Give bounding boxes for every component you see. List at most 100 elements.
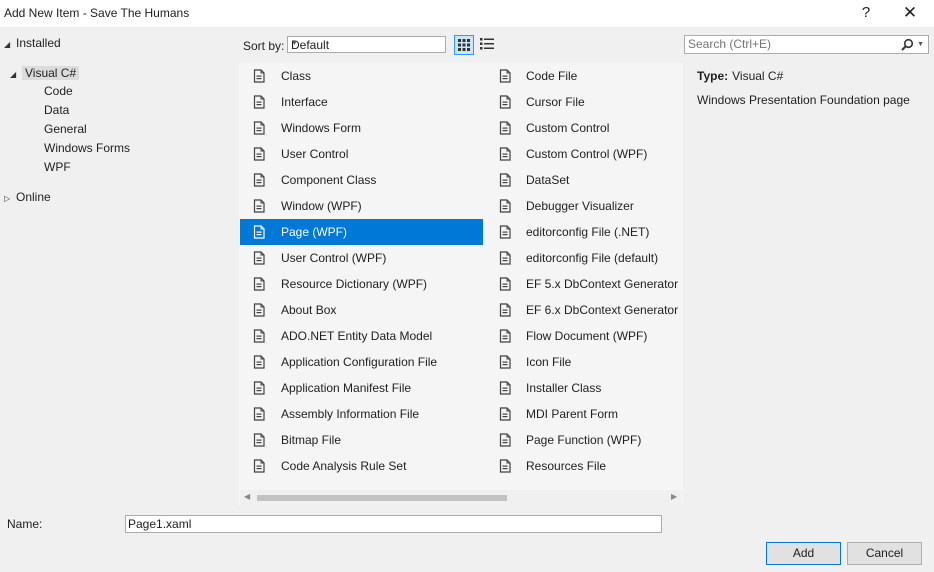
- template-item-component-class[interactable]: Component Class: [240, 167, 483, 193]
- file-template-icon: [253, 329, 265, 343]
- template-item-assembly-information-file[interactable]: Assembly Information File: [240, 401, 483, 427]
- search-box[interactable]: ▼: [684, 35, 929, 54]
- file-template-icon: [499, 355, 511, 369]
- info-type-label: Type:: [697, 69, 729, 83]
- template-item-label: ADO.NET Entity Data Model: [281, 329, 433, 343]
- template-item-custom-control[interactable]: Custom Control: [482, 115, 682, 141]
- template-item-label: User Control: [281, 147, 349, 161]
- tree-item-installed[interactable]: ◢ Installed: [4, 34, 61, 52]
- info-type: Type: Visual C#: [697, 69, 783, 83]
- search-icon[interactable]: [901, 38, 914, 51]
- name-input[interactable]: [128, 517, 648, 531]
- template-item-label: Custom Control (WPF): [526, 147, 648, 161]
- template-item-label: Windows Form: [281, 121, 362, 135]
- file-template-icon: [253, 355, 265, 369]
- file-template-icon: [253, 173, 265, 187]
- close-button[interactable]: ✕: [895, 2, 925, 24]
- template-item-label: Component Class: [281, 173, 377, 187]
- horizontal-scrollbar[interactable]: ◀ ▶: [240, 490, 682, 506]
- template-item-label: Application Configuration File: [281, 355, 438, 369]
- tree-item-visual-csharp[interactable]: ◢ Visual C#: [10, 64, 80, 84]
- file-template-icon: [499, 303, 511, 317]
- template-item-label: Icon File: [526, 355, 572, 369]
- file-template-icon: [499, 381, 511, 395]
- template-item-user-control-wpf[interactable]: User Control (WPF): [240, 245, 483, 271]
- template-item-label: Page (WPF): [281, 225, 348, 239]
- name-field[interactable]: [125, 515, 662, 533]
- template-item-label: EF 6.x DbContext Generator: [526, 303, 679, 317]
- tree-item-wpf[interactable]: WPF: [44, 158, 71, 176]
- tree-item-online[interactable]: ▷ Online: [4, 188, 51, 206]
- tree-item-code[interactable]: Code: [44, 82, 73, 100]
- template-item-application-configuration-file[interactable]: Application Configuration File: [240, 349, 483, 375]
- tree-label-visual-csharp: Visual C#: [22, 66, 80, 80]
- template-item-mdi-parent-form[interactable]: MDI Parent Form: [482, 401, 682, 427]
- file-template-icon: [253, 121, 265, 135]
- file-template-icon: [499, 199, 511, 213]
- tree-item-general[interactable]: General: [44, 120, 87, 138]
- template-item-bitmap-file[interactable]: Bitmap File: [240, 427, 483, 453]
- expanded-triangle-icon[interactable]: ◢: [10, 66, 22, 84]
- template-item-editorconfig-file-net[interactable]: editorconfig File (.NET): [482, 219, 682, 245]
- template-item-ado-net-entity-data-model[interactable]: ADO.NET Entity Data Model: [240, 323, 483, 349]
- template-item-label: Cursor File: [526, 95, 585, 109]
- template-item-label: editorconfig File (.NET): [526, 225, 650, 239]
- sort-by-dropdown[interactable]: Default ▼: [287, 36, 446, 53]
- scrollbar-thumb[interactable]: [257, 495, 507, 501]
- file-template-icon: [499, 433, 511, 447]
- template-item-editorconfig-file-default[interactable]: editorconfig File (default): [482, 245, 682, 271]
- template-item-label: Code File: [526, 69, 578, 83]
- list-view-button[interactable]: [478, 35, 498, 55]
- template-item-resource-dictionary-wpf[interactable]: Resource Dictionary (WPF): [240, 271, 483, 297]
- chevron-down-icon[interactable]: ▼: [917, 41, 924, 48]
- template-item-label: User Control (WPF): [281, 251, 387, 265]
- template-item-label: Class: [281, 69, 312, 83]
- file-template-icon: [499, 407, 511, 421]
- file-template-icon: [499, 69, 511, 83]
- file-template-icon: [499, 329, 511, 343]
- expanded-triangle-icon[interactable]: ◢: [4, 36, 16, 54]
- template-item-class[interactable]: Class: [240, 63, 483, 89]
- template-item-code-file[interactable]: Code File: [482, 63, 682, 89]
- template-item-window-wpf[interactable]: Window (WPF): [240, 193, 483, 219]
- template-item-ef-5-x-dbcontext-generator[interactable]: EF 5.x DbContext Generator: [482, 271, 682, 297]
- template-item-installer-class[interactable]: Installer Class: [482, 375, 682, 401]
- template-item-label: Bitmap File: [281, 433, 342, 447]
- template-item-page-wpf[interactable]: Page (WPF): [240, 219, 483, 245]
- template-item-label: MDI Parent Form: [526, 407, 619, 421]
- tree-label-online: Online: [16, 190, 51, 204]
- template-item-ef-6-x-dbcontext-generator[interactable]: EF 6.x DbContext Generator: [482, 297, 682, 323]
- template-item-label: EF 5.x DbContext Generator: [526, 277, 679, 291]
- file-template-icon: [253, 303, 265, 317]
- scroll-right-icon[interactable]: ▶: [671, 492, 677, 501]
- tree-item-data[interactable]: Data: [44, 101, 69, 119]
- template-item-resources-file[interactable]: Resources File: [482, 453, 682, 479]
- file-template-icon: [253, 225, 265, 239]
- cancel-button[interactable]: Cancel: [847, 542, 922, 565]
- template-item-user-control[interactable]: User Control: [240, 141, 483, 167]
- template-item-application-manifest-file[interactable]: Application Manifest File: [240, 375, 483, 401]
- template-item-about-box[interactable]: About Box: [240, 297, 483, 323]
- info-type-value: Visual C#: [732, 69, 784, 83]
- template-item-label: Assembly Information File: [281, 407, 420, 421]
- medium-icons-view-button[interactable]: [454, 35, 474, 55]
- template-item-page-function-wpf[interactable]: Page Function (WPF): [482, 427, 682, 453]
- template-item-dataset[interactable]: DataSet: [482, 167, 682, 193]
- template-item-interface[interactable]: Interface: [240, 89, 483, 115]
- template-item-debugger-visualizer[interactable]: Debugger Visualizer: [482, 193, 682, 219]
- template-item-icon-file[interactable]: Icon File: [482, 349, 682, 375]
- chevron-down-icon: ▼: [291, 40, 298, 47]
- template-item-custom-control-wpf[interactable]: Custom Control (WPF): [482, 141, 682, 167]
- template-item-windows-form[interactable]: Windows Form: [240, 115, 483, 141]
- help-button[interactable]: ?: [851, 2, 881, 24]
- collapsed-triangle-icon[interactable]: ▷: [4, 190, 16, 208]
- scroll-left-icon[interactable]: ◀: [244, 492, 250, 501]
- search-input[interactable]: [688, 37, 898, 51]
- template-item-flow-document-wpf[interactable]: Flow Document (WPF): [482, 323, 682, 349]
- tree-item-windows-forms[interactable]: Windows Forms: [44, 139, 130, 157]
- add-button[interactable]: Add: [766, 542, 841, 565]
- template-item-cursor-file[interactable]: Cursor File: [482, 89, 682, 115]
- template-item-code-analysis-rule-set[interactable]: Code Analysis Rule Set: [240, 453, 483, 479]
- template-item-label: Code Analysis Rule Set: [281, 459, 407, 473]
- template-item-label: Resource Dictionary (WPF): [281, 277, 428, 291]
